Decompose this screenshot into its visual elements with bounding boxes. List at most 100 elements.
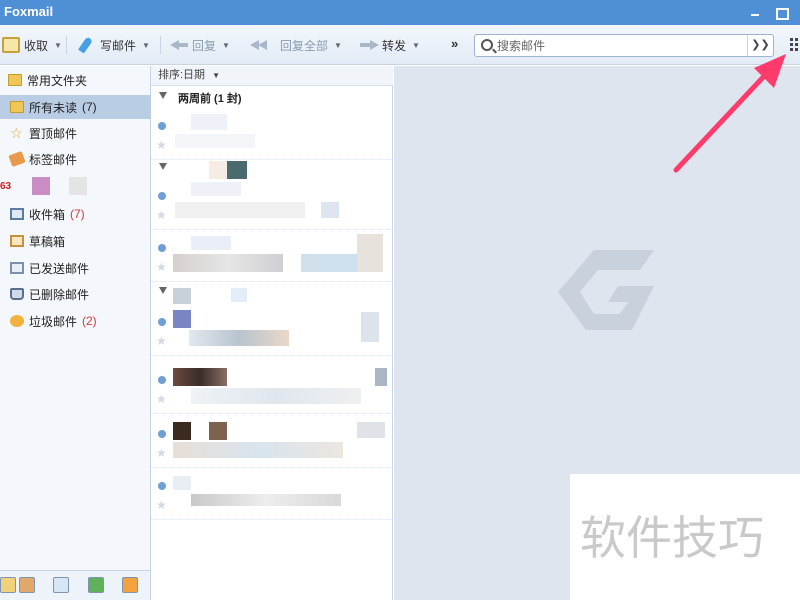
unread-count: (7) bbox=[82, 100, 97, 114]
chevron-down-icon[interactable]: ▼ bbox=[212, 71, 220, 80]
blurred-sender bbox=[191, 236, 231, 250]
title-bar: Foxmail bbox=[0, 0, 800, 25]
mail-group-header[interactable]: 两周前 (1 封) bbox=[151, 87, 393, 107]
contacts-icon[interactable] bbox=[19, 577, 35, 593]
blurred-avatar bbox=[231, 288, 247, 302]
blurred-subject bbox=[175, 134, 255, 148]
blurred-subject bbox=[173, 442, 343, 458]
mail-list-item[interactable]: ★ bbox=[151, 230, 393, 282]
star-icon: ☆ bbox=[10, 125, 23, 141]
sidebar-item-label: 草稿箱 bbox=[29, 234, 66, 249]
collapse-triangle-icon[interactable] bbox=[159, 92, 167, 99]
unread-count: (7) bbox=[70, 207, 85, 221]
sort-bar[interactable]: 排序:日期 ▼ bbox=[151, 66, 393, 86]
mail-group-header[interactable] bbox=[151, 158, 393, 179]
rss-icon[interactable] bbox=[122, 577, 138, 593]
chevron-down-icon[interactable]: ▼ bbox=[54, 41, 62, 50]
write-mail-label: 写邮件 bbox=[100, 38, 137, 53]
mail-list-item[interactable]: ★ bbox=[151, 416, 393, 468]
mail-list: 排序:日期 ▼ 两周前 (1 封) ★ ★ ★ ★ ★ ★ ★ bbox=[151, 66, 393, 600]
blurred-subject bbox=[301, 254, 361, 272]
sent-icon bbox=[10, 262, 24, 274]
sidebar-header-common-folders[interactable]: 常用文件夹 bbox=[0, 68, 151, 92]
unread-dot-icon bbox=[158, 244, 166, 252]
forward-button[interactable]: 转发 ▼ bbox=[360, 34, 420, 56]
minimize-button[interactable] bbox=[748, 5, 762, 19]
chevron-down-icon[interactable]: ▼ bbox=[142, 41, 150, 50]
notes-icon[interactable] bbox=[88, 577, 104, 593]
chevron-down-icon[interactable]: ▼ bbox=[334, 41, 342, 50]
blurred-thumbnail bbox=[375, 368, 387, 386]
chevron-down-icon[interactable]: ❯❯ bbox=[747, 35, 773, 56]
sidebar-item-all-unread[interactable]: 所有未读 (7) bbox=[0, 95, 151, 119]
mail-list-item[interactable]: ★ bbox=[151, 362, 393, 414]
toolbar-divider bbox=[160, 36, 161, 54]
reply-button[interactable]: 回复 ▼ bbox=[170, 34, 230, 56]
reply-all-button[interactable]: 回复全部 ▼ bbox=[250, 34, 342, 56]
blurred-subject bbox=[175, 202, 305, 218]
menu-grid-icon[interactable] bbox=[790, 38, 800, 52]
sidebar-item-junk[interactable]: 垃圾邮件 (2) bbox=[0, 309, 151, 333]
trash-icon bbox=[10, 288, 24, 300]
star-icon[interactable]: ★ bbox=[156, 208, 167, 222]
blurred-subject bbox=[191, 494, 341, 506]
forward-icon bbox=[360, 37, 379, 53]
junk-icon bbox=[10, 315, 24, 327]
search-input[interactable] bbox=[497, 37, 737, 54]
write-mail-button[interactable]: 写邮件 ▼ bbox=[78, 34, 150, 56]
star-icon[interactable]: ★ bbox=[156, 446, 167, 460]
blurred-thumbnail bbox=[357, 234, 383, 272]
blurred-sender bbox=[173, 476, 191, 490]
forward-label: 转发 bbox=[382, 38, 407, 53]
sidebar-item-label: 标签邮件 bbox=[29, 152, 78, 167]
blurred-thumbnail bbox=[357, 422, 385, 438]
blurred-avatar bbox=[227, 161, 247, 179]
receive-mail-icon bbox=[2, 37, 20, 53]
mail-group-header[interactable] bbox=[151, 282, 393, 304]
chevron-down-icon[interactable]: ▼ bbox=[412, 41, 420, 50]
star-icon[interactable]: ★ bbox=[156, 498, 167, 512]
blurred-sender bbox=[191, 182, 241, 196]
unread-dot-icon bbox=[158, 318, 166, 326]
calendar-icon[interactable] bbox=[53, 577, 69, 593]
sidebar-item-pinned[interactable]: ☆ 置顶邮件 bbox=[0, 121, 151, 145]
chevron-down-icon[interactable]: ▼ bbox=[222, 41, 230, 50]
sidebar-item-tagged[interactable]: 标签邮件 bbox=[0, 147, 151, 171]
reply-label: 回复 bbox=[192, 38, 217, 53]
sort-label: 排序:日期 bbox=[158, 69, 206, 81]
watermark-text: 软件技巧 bbox=[580, 511, 764, 565]
mail-list-item[interactable]: ★ bbox=[151, 304, 393, 356]
sidebar-item-drafts[interactable]: 草稿箱 bbox=[0, 229, 151, 253]
toolbar-divider bbox=[66, 36, 67, 54]
search-box[interactable]: ❯❯ bbox=[474, 34, 774, 57]
sidebar-item-inbox[interactable]: 收件箱 (7) bbox=[0, 202, 151, 226]
blurred-avatar bbox=[173, 310, 191, 328]
unread-dot-icon bbox=[158, 122, 166, 130]
mail-list-item[interactable]: ★ bbox=[151, 178, 393, 230]
sidebar-item-label: 垃圾邮件 bbox=[29, 314, 78, 329]
mail-list-item[interactable]: ★ bbox=[151, 108, 393, 160]
more-tools-button[interactable]: » bbox=[451, 36, 458, 51]
star-icon[interactable]: ★ bbox=[156, 260, 167, 274]
unread-dot-icon bbox=[158, 430, 166, 438]
star-icon[interactable]: ★ bbox=[156, 334, 167, 348]
toolbar: 收取 ▼ 写邮件 ▼ 回复 ▼ 回复全部 ▼ 转发 ▼ » ❯❯ bbox=[0, 25, 800, 65]
mail-list-item[interactable]: ★ bbox=[151, 468, 393, 520]
blurred-sender bbox=[191, 114, 227, 130]
maximize-button[interactable] bbox=[774, 5, 789, 20]
blurred-avatar bbox=[173, 422, 191, 440]
unread-dot-icon bbox=[158, 376, 166, 384]
collapse-triangle-icon[interactable] bbox=[159, 287, 167, 294]
mail-icon[interactable] bbox=[0, 577, 16, 593]
receive-button[interactable]: 收取 ▼ bbox=[2, 34, 62, 56]
sidebar-header-label: 常用文件夹 bbox=[27, 73, 88, 88]
star-icon[interactable]: ★ bbox=[156, 392, 167, 406]
sidebar-item-sent[interactable]: 已发送邮件 bbox=[0, 256, 151, 280]
sidebar-account[interactable]: 63 bbox=[0, 174, 151, 198]
sidebar-item-label: 置顶邮件 bbox=[29, 126, 78, 141]
star-icon[interactable]: ★ bbox=[156, 138, 167, 152]
collapse-triangle-icon[interactable] bbox=[159, 163, 167, 170]
inbox-icon bbox=[10, 208, 24, 220]
sidebar-item-deleted[interactable]: 已删除邮件 bbox=[0, 282, 151, 306]
folder-icon bbox=[10, 101, 24, 113]
